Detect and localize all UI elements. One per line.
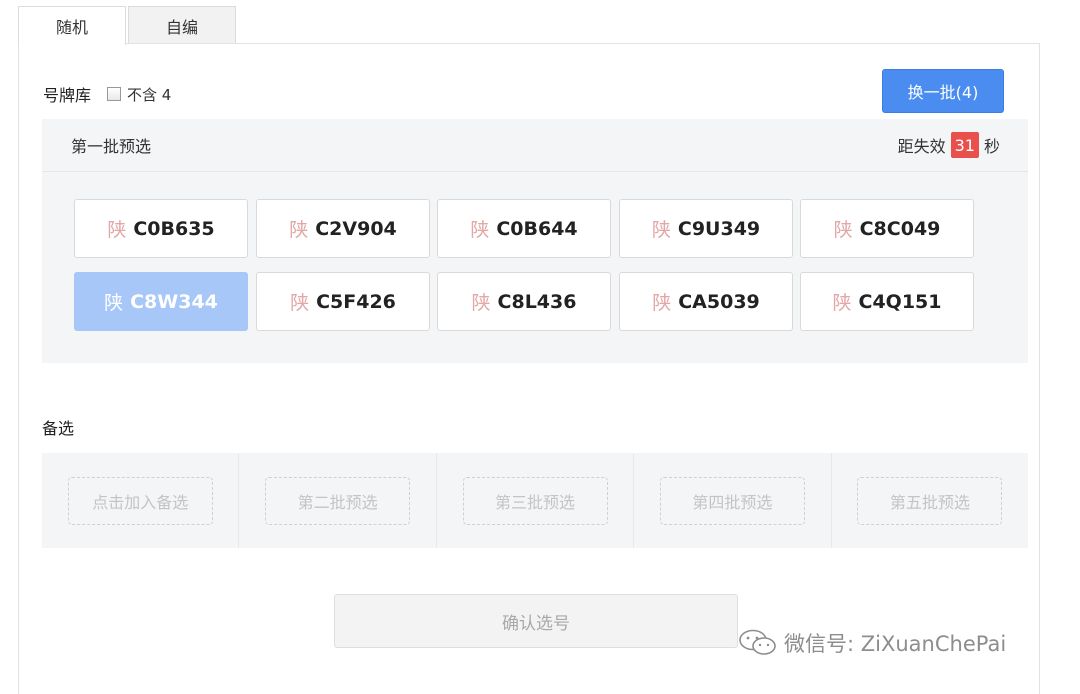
tab-random[interactable]: 随机 — [18, 6, 126, 45]
countdown-prefix: 距失效 — [897, 137, 946, 156]
plate-province: 陕 — [107, 219, 127, 241]
plate-number: C4Q151 — [858, 290, 942, 313]
plate-option[interactable]: 陕 C2V904 — [256, 199, 430, 258]
plate-province: 陕 — [471, 292, 491, 314]
main-panel: 号牌库 不含 4 换一批(4) 第一批预选 距失效 31 秒 陕 C0B635 … — [18, 43, 1040, 694]
pool-label: 号牌库 — [43, 86, 92, 105]
plate-province: 陕 — [290, 292, 310, 314]
alternate-slot[interactable]: 第三批预选 — [462, 476, 608, 525]
add-alternate-button[interactable]: 点击加入备选 — [67, 476, 213, 525]
batch-header: 第一批预选 距失效 31 秒 — [42, 119, 1028, 172]
plate-option[interactable]: 陕 C8C049 — [800, 199, 974, 258]
exclude-four-label[interactable]: 不含 4 — [127, 84, 171, 105]
watermark: 微信号: ZiXuanChePai — [738, 628, 1006, 658]
alternate-slot-cell: 第二批预选 — [239, 453, 437, 548]
plate-number: C5F426 — [316, 290, 396, 313]
plate-province: 陕 — [652, 292, 672, 314]
exclude-four-checkbox[interactable] — [107, 87, 122, 101]
plate-province: 陕 — [833, 219, 853, 241]
tab-bar: 随机 自编 — [18, 6, 238, 45]
plate-number: C8W344 — [130, 290, 218, 313]
alternate-slot-cell: 第五批预选 — [832, 453, 1028, 548]
plate-number: C2V904 — [315, 217, 397, 240]
alternate-slot-cell: 第三批预选 — [437, 453, 635, 548]
batch-panel: 第一批预选 距失效 31 秒 陕 C0B635 陕 C2V904 陕 C0B64… — [42, 119, 1028, 363]
alternate-slot-cell: 点击加入备选 — [42, 453, 240, 548]
alternate-slot[interactable]: 第二批预选 — [265, 476, 411, 525]
plate-option[interactable]: 陕 C0B644 — [437, 199, 611, 258]
countdown-unit: 秒 — [983, 137, 1000, 156]
plate-option[interactable]: 陕 C5F426 — [256, 272, 430, 331]
plate-number: C0B644 — [496, 217, 578, 240]
confirm-selection-button[interactable]: 确认选号 — [334, 594, 738, 648]
plate-number: C8L436 — [497, 290, 577, 313]
plate-option[interactable]: 陕 C9U349 — [619, 199, 793, 258]
alternates-label: 备选 — [42, 419, 75, 438]
alternate-slot-cell: 第四批预选 — [634, 453, 832, 548]
plate-option-selected[interactable]: 陕 C8W344 — [74, 272, 248, 331]
alternate-slot[interactable]: 第四批预选 — [659, 476, 805, 525]
plate-province: 陕 — [289, 219, 309, 241]
alternates-area: 点击加入备选 第二批预选 第三批预选 第四批预选 第五批预选 — [42, 453, 1028, 548]
plate-option[interactable]: 陕 C8L436 — [437, 272, 611, 331]
batch-title: 第一批预选 — [71, 137, 152, 156]
wechat-icon — [739, 629, 776, 655]
countdown: 距失效 31 秒 — [898, 132, 1000, 158]
plate-number: CA5039 — [678, 290, 760, 313]
plate-province: 陕 — [104, 292, 124, 314]
plate-province: 陕 — [651, 219, 671, 241]
plate-option[interactable]: 陕 CA5039 — [619, 272, 793, 331]
plate-option[interactable]: 陕 C0B635 — [74, 199, 248, 258]
plate-option[interactable]: 陕 C4Q151 — [800, 272, 974, 331]
tab-custom[interactable]: 自编 — [128, 6, 236, 44]
plate-number: C8C049 — [859, 217, 941, 240]
refresh-batch-button[interactable]: 换一批(4) — [882, 69, 1004, 113]
plate-province: 陕 — [832, 292, 852, 314]
countdown-badge: 31 — [950, 132, 979, 158]
pool-row: 号牌库 不含 4 — [43, 82, 171, 106]
plate-number: C9U349 — [677, 217, 761, 240]
alternate-slot[interactable]: 第五批预选 — [857, 476, 1003, 525]
plate-number: C0B635 — [133, 217, 215, 240]
plate-province: 陕 — [470, 219, 490, 241]
watermark-text: 微信号: ZiXuanChePai — [784, 632, 1007, 656]
